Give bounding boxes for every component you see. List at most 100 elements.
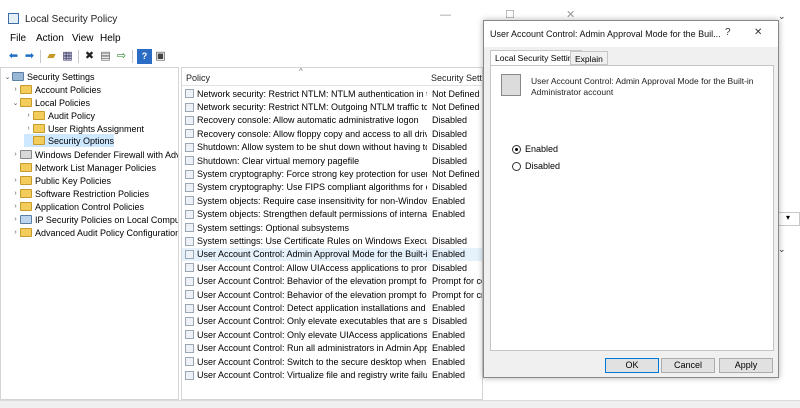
table-row[interactable]: System cryptography: Force strong key pr…	[182, 167, 482, 180]
actions-scroll-down-icon[interactable]: ▾	[777, 212, 800, 226]
cancel-button[interactable]: Cancel	[661, 358, 715, 373]
table-row[interactable]: User Account Control: Virtualize file an…	[182, 368, 482, 381]
expand-chevron-icon[interactable]: ›	[11, 190, 20, 197]
window-title: Local Security Policy	[25, 14, 118, 25]
actions-collapse-icon[interactable]: ⌄	[778, 12, 786, 21]
delete-icon[interactable]: ✖	[82, 49, 97, 64]
policy-icon	[185, 209, 194, 219]
policy-setting-cell: Disabled	[432, 236, 468, 247]
table-row[interactable]: Recovery console: Allow automatic admini…	[182, 114, 482, 127]
menu-view[interactable]: View	[72, 33, 94, 44]
expand-chevron-icon[interactable]: ›	[24, 112, 33, 119]
tree-item-software-restriction[interactable]: › Software Restriction Policies	[11, 187, 149, 200]
expand-chevron-icon[interactable]: ›	[11, 86, 20, 93]
table-row[interactable]: Shutdown: Allow system to be shut down w…	[182, 141, 482, 154]
tree-item-local-policies[interactable]: ⌄ Local Policies	[11, 96, 90, 109]
tree-item-account-policies[interactable]: › Account Policies	[11, 83, 101, 96]
expand-chevron-icon[interactable]: ›	[11, 151, 20, 158]
expand-chevron-icon[interactable]: ›	[11, 216, 20, 223]
table-row[interactable]: Recovery console: Allow floppy copy and …	[182, 127, 482, 140]
tree-item-label: Network List Manager Policies	[35, 162, 157, 173]
table-row[interactable]: Network security: Restrict NTLM: Outgoin…	[182, 100, 482, 113]
console-icon[interactable]: ▣	[153, 49, 168, 64]
policy-setting-cell: Disabled	[432, 262, 468, 273]
expand-chevron-icon[interactable]: ›	[11, 203, 20, 210]
policy-server-icon	[501, 74, 521, 96]
tree-item-network-list-manager[interactable]: Network List Manager Policies	[11, 161, 156, 174]
policy-icon	[185, 249, 194, 259]
menu-help[interactable]: Help	[100, 33, 121, 44]
radio-button[interactable]	[512, 144, 521, 154]
tab-explain[interactable]: Explain	[570, 51, 608, 65]
radio-button[interactable]	[512, 161, 521, 171]
menu-action[interactable]: Action	[36, 33, 64, 44]
table-row[interactable]: System objects: Require case insensitivi…	[182, 194, 482, 207]
table-row[interactable]: User Account Control: Switch to the secu…	[182, 355, 482, 368]
table-row[interactable]: User Account Control: Run all administra…	[182, 342, 482, 355]
expand-chevron-icon[interactable]: ⌄	[11, 99, 20, 107]
horizontal-scrollbar[interactable]	[0, 400, 800, 408]
policy-icon	[185, 316, 194, 326]
tree-item-windows-defender-firewall[interactable]: › Windows Defender Firewall with Adva	[11, 148, 178, 161]
policy-icon	[185, 263, 194, 273]
table-row[interactable]: User Account Control: Detect application…	[182, 301, 482, 314]
show-tree-icon[interactable]: ▦	[60, 49, 75, 64]
table-row[interactable]: System settings: Use Certificate Rules o…	[182, 234, 482, 247]
tree-item-ip-security[interactable]: › IP Security Policies on Local Compute	[11, 213, 178, 226]
expand-chevron-icon[interactable]: ⌄	[3, 73, 12, 81]
column-header-setting[interactable]: Security Settin	[431, 73, 482, 83]
radio-label: Enabled	[525, 144, 559, 154]
table-row[interactable]: Shutdown: Clear virtual memory pagefile D…	[182, 154, 482, 167]
tree-item-audit-policy[interactable]: › Audit Policy	[24, 109, 95, 122]
tree-item-security-options[interactable]: Security Options	[24, 134, 114, 147]
help-button[interactable]: ?	[725, 28, 731, 38]
policy-name-cell: User Account Control: Behavior of the el…	[197, 276, 427, 287]
table-row[interactable]: User Account Control: Allow UIAccess app…	[182, 261, 482, 274]
table-row[interactable]: User Account Control: Only elevate UIAcc…	[182, 328, 482, 341]
expand-chevron-icon[interactable]: ›	[24, 125, 33, 132]
forward-arrow-icon[interactable]: ➡	[22, 49, 37, 64]
expand-chevron-icon[interactable]: ›	[11, 177, 20, 184]
policy-name-cell: System cryptography: Use FIPS compliant …	[197, 182, 427, 193]
policy-name-cell: System objects: Strengthen default permi…	[197, 209, 427, 220]
radio-enabled[interactable]: Enabled	[512, 144, 558, 154]
export-icon[interactable]: ⇨	[114, 49, 129, 64]
back-arrow-icon[interactable]: ⬅	[6, 49, 21, 64]
ok-button[interactable]: OK	[605, 358, 659, 373]
policy-icon	[185, 142, 194, 152]
table-row[interactable]: User Account Control: Admin Approval Mod…	[182, 247, 482, 262]
properties-icon[interactable]: ▤	[98, 49, 113, 64]
column-header-policy[interactable]: Policy	[186, 73, 210, 83]
dialog-close-button[interactable]: ✕	[754, 28, 762, 38]
list-header: Policy ^ Security Settin	[182, 68, 482, 86]
table-row[interactable]: System cryptography: Use FIPS compliant …	[182, 181, 482, 194]
actions-expand-icon[interactable]: ⌄	[778, 245, 786, 254]
policy-icon	[185, 89, 194, 99]
table-row[interactable]: User Account Control: Only elevate execu…	[182, 315, 482, 328]
policy-name-cell: User Account Control: Behavior of the el…	[197, 289, 427, 300]
apply-button[interactable]: Apply	[719, 358, 773, 373]
up-folder-icon[interactable]: ▰	[44, 49, 59, 64]
table-row[interactable]: User Account Control: Behavior of the el…	[182, 275, 482, 288]
tree-item-security-settings[interactable]: ⌄ Security Settings	[3, 70, 95, 83]
tree-item-advanced-audit[interactable]: › Advanced Audit Policy Configuration	[11, 226, 178, 239]
tree-item-application-control[interactable]: › Application Control Policies	[11, 200, 144, 213]
policy-icon	[185, 290, 194, 300]
tab-local-security-setting[interactable]: Local Security Setting	[490, 50, 583, 66]
folder-icon	[33, 111, 45, 120]
minimize-button[interactable]: —	[440, 10, 451, 21]
tree-item-public-key-policies[interactable]: › Public Key Policies	[11, 174, 111, 187]
table-row[interactable]: User Account Control: Behavior of the el…	[182, 288, 482, 301]
table-row[interactable]: Network security: Restrict NTLM: NTLM au…	[182, 87, 482, 100]
ip-security-icon	[20, 215, 32, 224]
policy-setting-cell: Enabled	[432, 356, 466, 367]
menu-file[interactable]: File	[10, 33, 26, 44]
radio-disabled[interactable]: Disabled	[512, 161, 560, 171]
table-row[interactable]: System objects: Strengthen default permi…	[182, 208, 482, 221]
expand-chevron-icon[interactable]: ›	[11, 229, 20, 236]
policy-icon	[185, 115, 194, 125]
security-policy-icon	[8, 13, 19, 24]
help-icon[interactable]: ?	[137, 49, 152, 64]
table-row[interactable]: System settings: Optional subsystems	[182, 221, 482, 234]
policy-name-cell: User Account Control: Admin Approval Mod…	[197, 249, 427, 260]
